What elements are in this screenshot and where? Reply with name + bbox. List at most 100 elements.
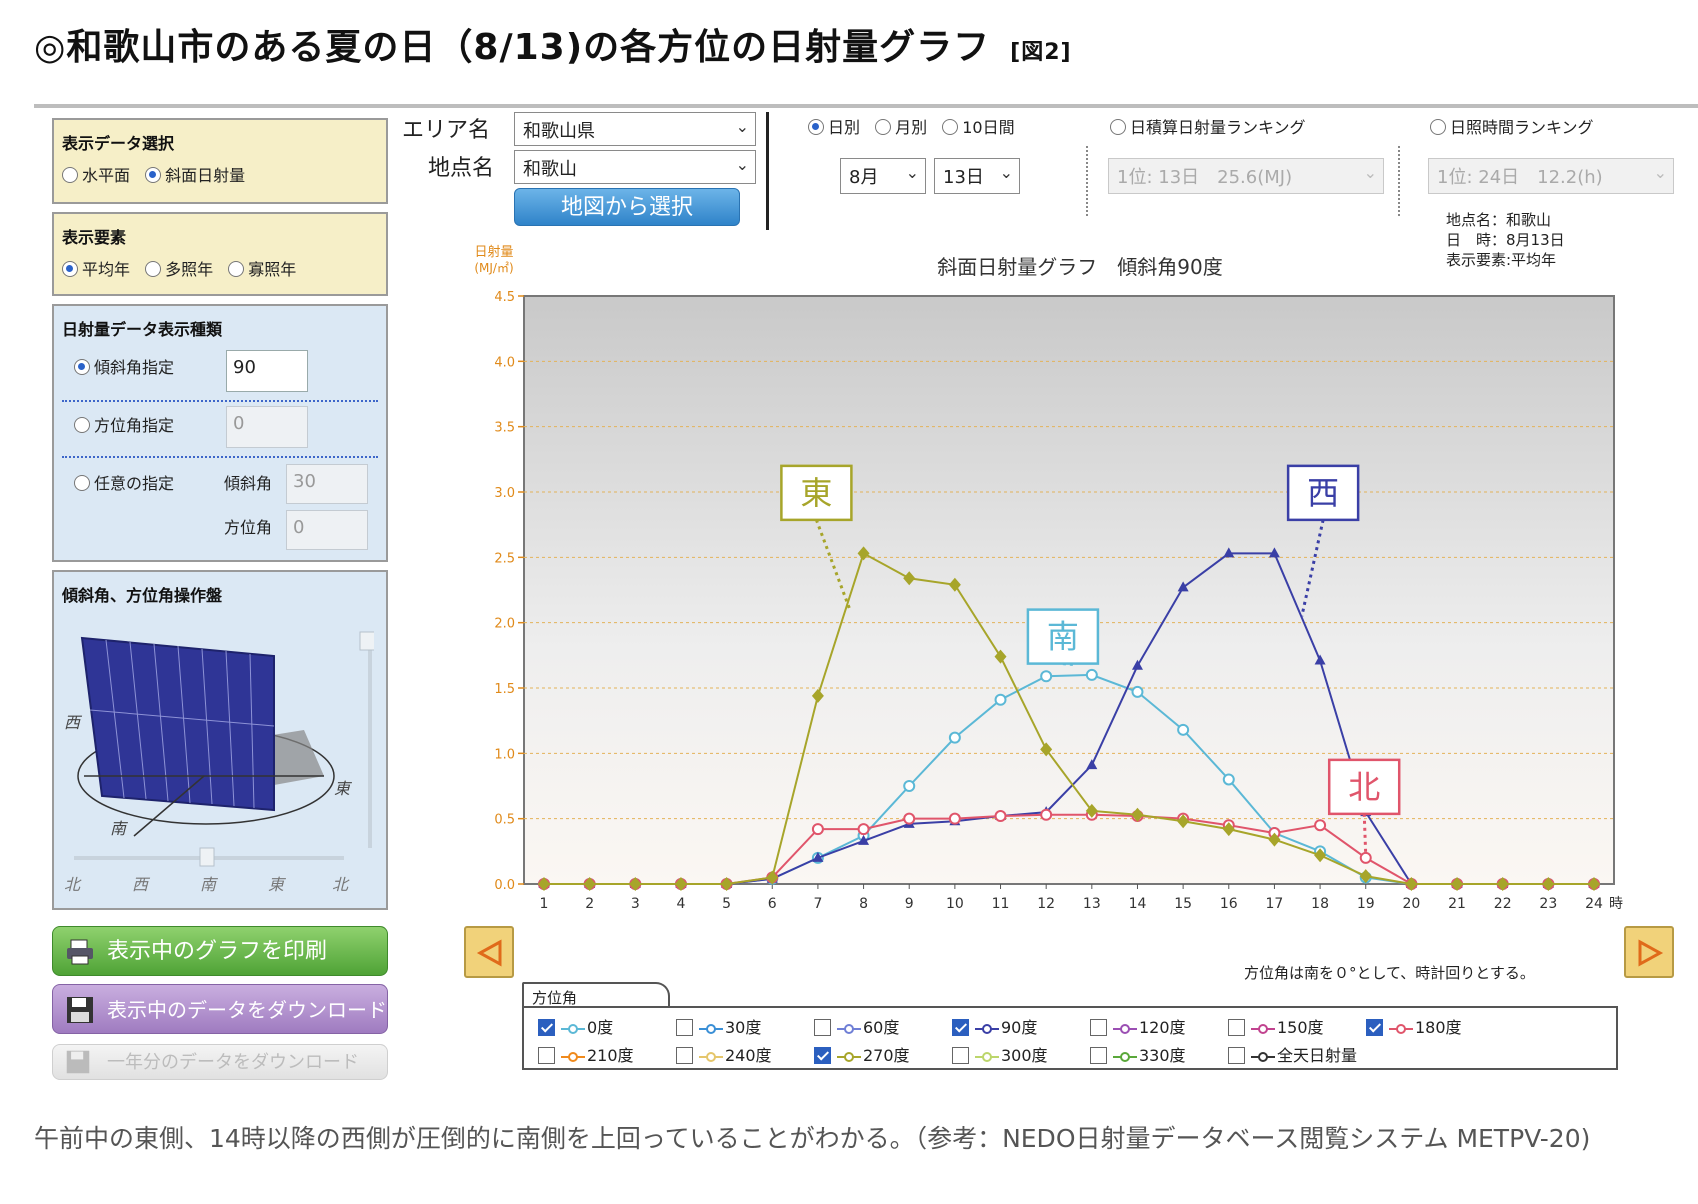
day-select[interactable]: 13日 ⌄ <box>934 158 1020 194</box>
y-tick-label: 3.5 <box>494 421 515 436</box>
radio-ranking-sunshine[interactable]: 日照時間ランキング <box>1430 114 1594 138</box>
x-axis-unit: 時 <box>1609 896 1623 912</box>
x-tick-label: 24 <box>1585 896 1603 912</box>
print-graph-button[interactable]: 表示中のグラフを印刷 <box>52 926 388 976</box>
checkbox[interactable] <box>814 1047 831 1064</box>
checkbox[interactable] <box>1090 1047 1107 1064</box>
legend-item[interactable]: 90度 <box>952 1014 1037 1038</box>
printer-icon <box>67 939 93 965</box>
dotted-divider <box>1086 146 1088 216</box>
data-point <box>994 693 1007 706</box>
custom-tilt-input[interactable]: 30 <box>286 464 368 504</box>
checkbox[interactable] <box>538 1019 555 1036</box>
plot-area <box>523 295 1615 885</box>
radio-icon <box>145 261 162 277</box>
data-select-panel: 表示データ選択 水平面 斜面日射量 <box>52 118 388 204</box>
checkbox[interactable] <box>538 1047 555 1064</box>
legend-marker-icon <box>1251 1023 1275 1034</box>
x-tick-label: 13 <box>1083 896 1101 912</box>
figure-label: [図2] <box>1010 40 1072 65</box>
legend-item[interactable]: 270度 <box>814 1042 910 1066</box>
custom-azimuth-label: 方位角 <box>224 518 273 537</box>
download-data-button[interactable]: 表示中のデータをダウンロード <box>52 984 388 1034</box>
area-select[interactable]: 和歌山県 ⌄ <box>514 112 756 146</box>
custom-azimuth-input[interactable]: 0 <box>286 510 368 550</box>
legend-marker-icon <box>1113 1023 1137 1034</box>
data-point <box>1085 668 1098 681</box>
radio-daily[interactable]: 日別 <box>808 114 860 138</box>
tilt-input[interactable]: 90 <box>226 350 308 392</box>
checkbox[interactable] <box>952 1047 969 1064</box>
data-point <box>1359 851 1372 864</box>
legend-item[interactable]: 330度 <box>1090 1042 1186 1066</box>
legend-item[interactable]: 120度 <box>1090 1014 1186 1038</box>
prev-day-button[interactable] <box>464 926 514 978</box>
legend-item[interactable]: 150度 <box>1228 1014 1324 1038</box>
panel-3d-diagram[interactable]: 西 東 南 北 西 南 東 北 <box>54 598 374 908</box>
x-tick-label: 11 <box>992 896 1010 912</box>
annotation-南: 南 <box>1026 608 1100 666</box>
legend-item[interactable]: 全天日射量 <box>1228 1042 1357 1066</box>
dotted-divider <box>1398 146 1400 216</box>
legend-marker-icon <box>699 1051 723 1062</box>
panel-title: 表示要素 <box>62 228 127 247</box>
data-point <box>811 823 824 836</box>
azimuth-note: 方位角は南を０°として、時計回りとする。 <box>1244 964 1535 982</box>
month-select[interactable]: 8月 ⌄ <box>840 158 926 194</box>
radio-icon <box>74 359 90 375</box>
next-day-button[interactable] <box>1624 926 1674 978</box>
display-type-panel: 日射量データ表示種類 傾斜角指定 90 方位角指定 0 任意の指定 傾斜角 30… <box>52 304 388 562</box>
radio-cloudy-year[interactable]: 寡照年 <box>228 256 296 280</box>
checkbox[interactable] <box>814 1019 831 1036</box>
legend-item[interactable]: 30度 <box>676 1014 761 1038</box>
legend-tab[interactable]: 方位角 <box>522 982 670 1008</box>
area-label: エリア名 <box>402 118 491 143</box>
radio-azimuth[interactable]: 方位角指定 <box>74 412 174 436</box>
legend-item[interactable]: 300度 <box>952 1042 1048 1066</box>
radio-monthly[interactable]: 月別 <box>875 114 927 138</box>
radio-ranking-irradiation[interactable]: 日積算日射量ランキング <box>1110 114 1306 138</box>
checkbox[interactable] <box>1228 1047 1245 1064</box>
radio-average-year[interactable]: 平均年 <box>62 256 130 280</box>
y-tick-label: 1.5 <box>494 682 515 697</box>
legend-label: 240度 <box>725 1046 772 1065</box>
chart-title: 斜面日射量グラフ 傾斜角90度 <box>937 255 1222 279</box>
checkbox[interactable] <box>952 1019 969 1036</box>
legend-item[interactable]: 60度 <box>814 1014 899 1038</box>
checkbox[interactable] <box>676 1047 693 1064</box>
legend-item[interactable]: 180度 <box>1366 1014 1462 1038</box>
x-tick-label: 4 <box>676 896 685 912</box>
radio-horizontal[interactable]: 水平面 <box>62 162 130 186</box>
radio-slope[interactable]: 斜面日射量 <box>145 162 245 186</box>
checkbox[interactable] <box>676 1019 693 1036</box>
x-tick-label: 8 <box>859 896 868 912</box>
chevron-down-icon: ⌄ <box>905 163 919 182</box>
download-year-button[interactable]: 一年分のデータをダウンロード <box>52 1044 388 1080</box>
legend-label: 300度 <box>1001 1046 1048 1065</box>
radio-10days[interactable]: 10日間 <box>942 114 1015 138</box>
chevron-down-icon: ⌄ <box>735 155 749 174</box>
checkbox[interactable] <box>1366 1019 1383 1036</box>
legend-marker-icon <box>975 1023 999 1034</box>
y-tick-label: 4.5 <box>494 290 515 305</box>
x-tick-label: 20 <box>1402 896 1420 912</box>
checkbox[interactable] <box>1228 1019 1245 1036</box>
point-select[interactable]: 和歌山 ⌄ <box>514 150 756 184</box>
ranking-sunshine-select[interactable]: 1位: 24日 12.2(h) ⌄ <box>1428 158 1674 194</box>
x-tick-label: 5 <box>722 896 731 912</box>
radio-sunny-year[interactable]: 多照年 <box>145 256 213 280</box>
legend-item[interactable]: 210度 <box>538 1042 634 1066</box>
azimuth-input[interactable]: 0 <box>226 406 308 448</box>
legend-label: 180度 <box>1415 1018 1462 1037</box>
radio-custom[interactable]: 任意の指定 <box>74 470 174 494</box>
legend-item[interactable]: 240度 <box>676 1042 772 1066</box>
radio-icon <box>74 417 90 433</box>
x-tick-label: 9 <box>905 896 914 912</box>
legend-item[interactable]: 0度 <box>538 1014 613 1038</box>
chevron-down-icon: ⌄ <box>735 117 749 136</box>
ranking-irradiation-select[interactable]: 1位: 13日 25.6(MJ) ⌄ <box>1108 158 1384 194</box>
radio-tilt[interactable]: 傾斜角指定 <box>74 354 174 378</box>
checkbox[interactable] <box>1090 1019 1107 1036</box>
map-select-button[interactable]: 地図から選択 <box>514 188 740 226</box>
x-tick-label: 6 <box>768 896 777 912</box>
